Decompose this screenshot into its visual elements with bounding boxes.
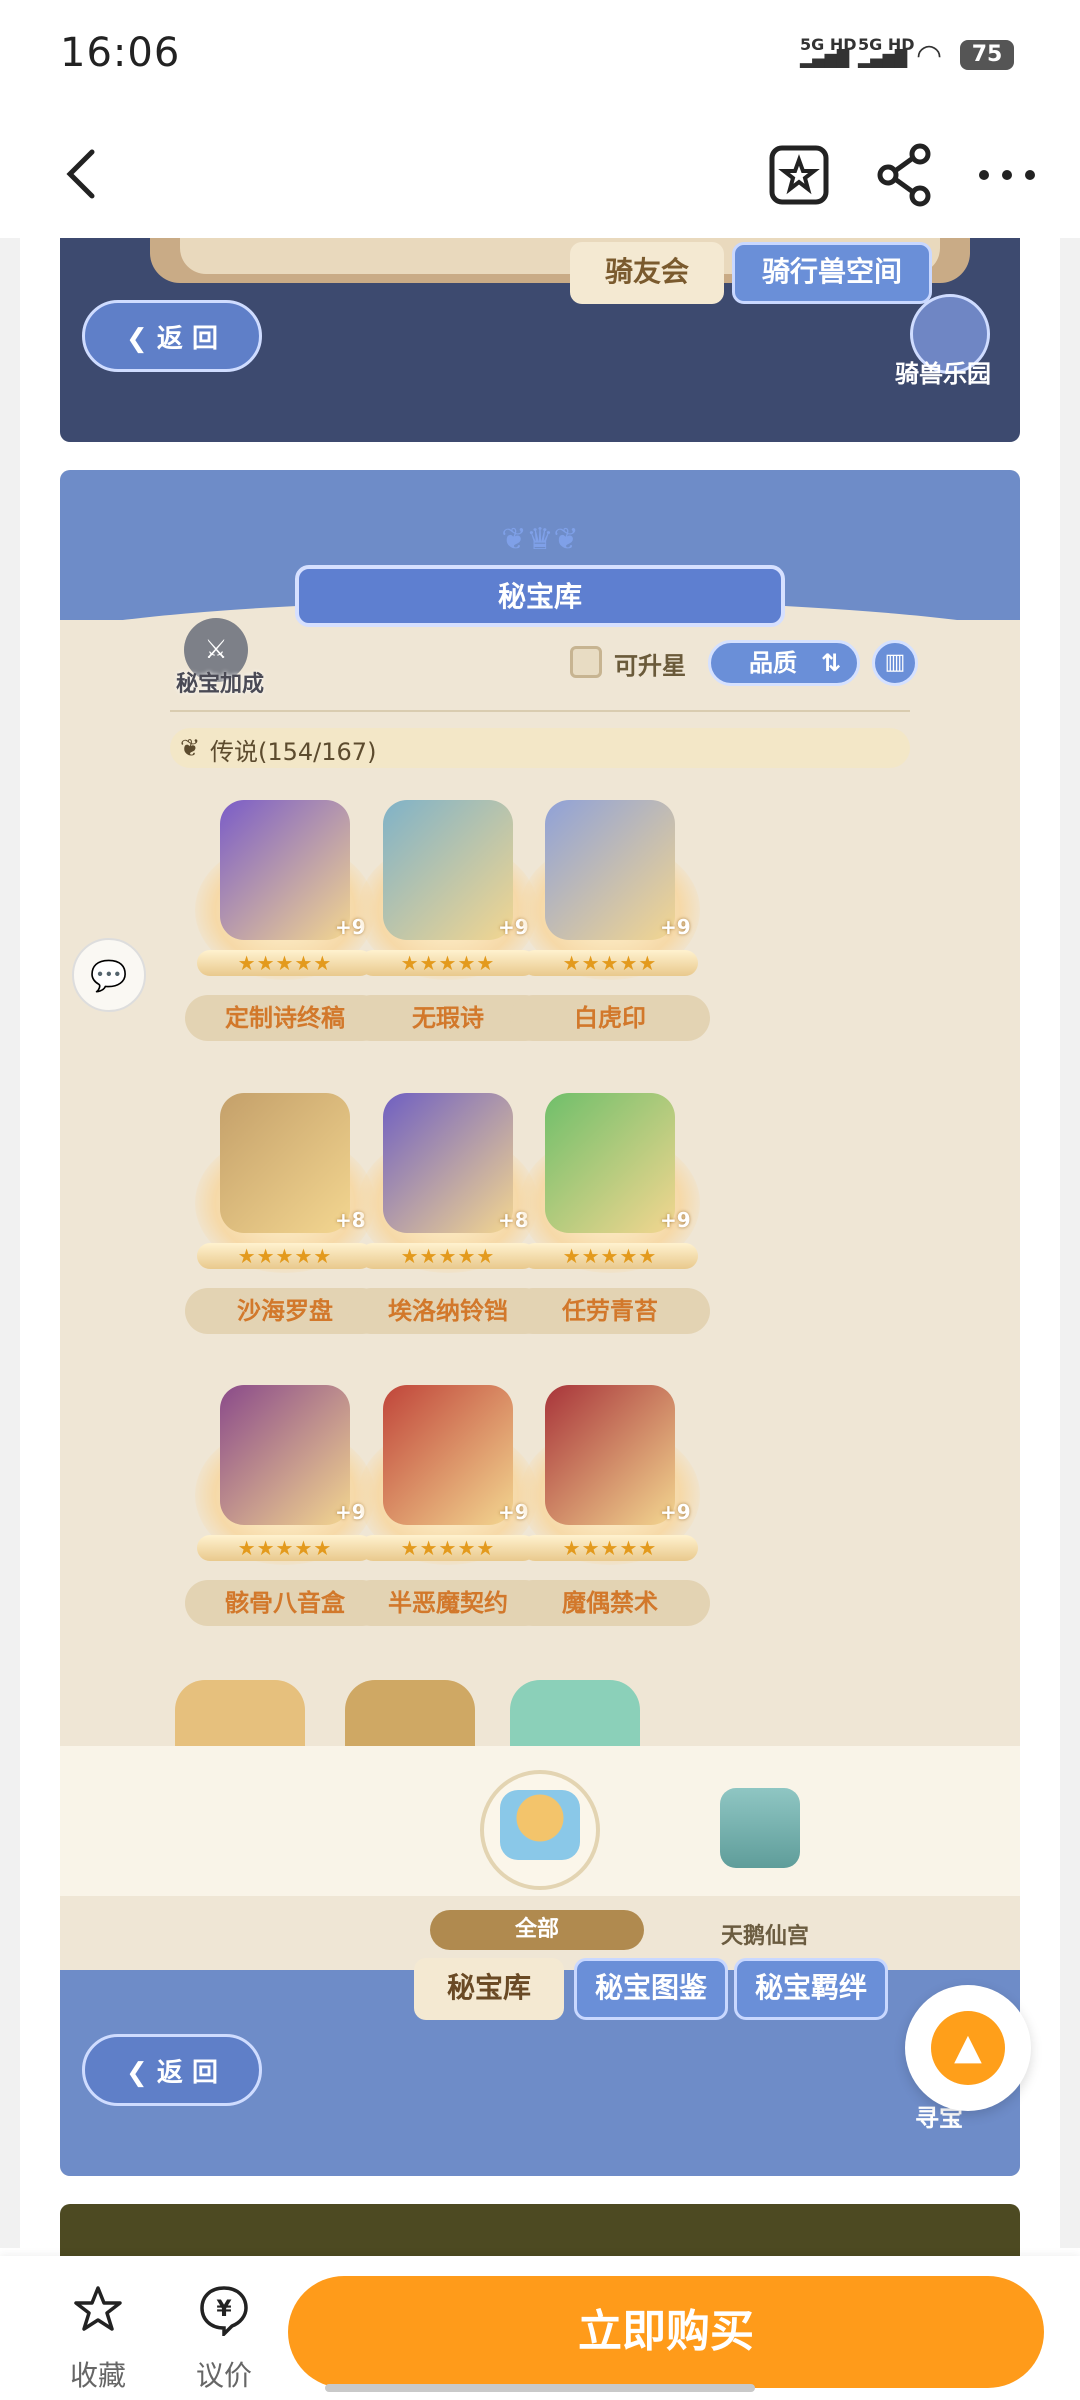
treasure-item[interactable]: +9 ★★★★★ 魔偶禁术 <box>510 1375 710 1655</box>
treasure-partial-art <box>175 1680 305 1746</box>
star-rating: ★★★★★ <box>522 950 698 976</box>
treasure-art-icon <box>220 800 350 940</box>
top-nav-bar <box>0 110 1080 239</box>
chevron-left-icon[interactable] <box>56 146 112 202</box>
treasure-art-icon <box>545 1385 675 1525</box>
filter-swan-palace-label[interactable]: 天鹅仙宫 <box>700 1918 830 1950</box>
star-rating: ★★★★★ <box>522 1243 698 1269</box>
star-icon[interactable] <box>72 2284 124 2336</box>
book-icon[interactable]: ▥ <box>872 640 918 686</box>
panel-title: 秘宝库 <box>295 565 785 627</box>
item-level: +9 <box>660 1500 691 1524</box>
treasure-partial-art <box>510 1680 640 1746</box>
island-house-icon <box>500 1790 580 1860</box>
treasure-art-icon <box>545 1093 675 1233</box>
next-card-preview <box>60 2204 1020 2264</box>
treasure-art-icon <box>220 1093 350 1233</box>
item-name: 任劳青苔 <box>510 1288 710 1334</box>
signal-indicator-2: 5G HD ▂▄▆█ <box>858 35 915 68</box>
item-name: 魔偶禁术 <box>510 1580 710 1626</box>
share-icon[interactable] <box>870 140 940 210</box>
more-icon[interactable] <box>972 140 1042 210</box>
treasure-item[interactable]: +9 ★★★★★ 任劳青苔 <box>510 1083 710 1363</box>
treasure-art-icon <box>383 800 513 940</box>
status-bar: 16:06 5G HD ▂▄▆█ 5G HD ▂▄▆█ ◠ 75 <box>0 0 1080 110</box>
swan-palace-icon[interactable] <box>720 1788 800 1868</box>
star-rating: ★★★★★ <box>197 950 373 976</box>
filter-all-button[interactable]: 全部 <box>430 1910 644 1950</box>
back-arrow-icon: ❮ <box>126 324 157 354</box>
divider <box>170 710 910 712</box>
item-name: 白虎印 <box>510 995 710 1041</box>
favorite-label[interactable]: 收藏 <box>48 2354 148 2394</box>
treasure-art-icon <box>383 1093 513 1233</box>
assistant-icon: ▲ <box>931 2011 1005 2085</box>
treasure-item[interactable]: +9 ★★★★★ 白虎印 <box>510 790 710 1070</box>
tab-treasure-bond[interactable]: 秘宝羁绊 <box>734 1958 888 2020</box>
treasure-panel: ❦♛❦ 秘宝库 ⚔ 秘宝加成 可升星 品质 ⇅ ▥ ❦ 传说(154/167) +… <box>60 470 1020 2176</box>
legend-icon: ❦ <box>180 734 201 762</box>
svg-text:¥: ¥ <box>216 2297 232 2322</box>
battery-indicator: 75 <box>960 40 1014 70</box>
status-time: 16:06 <box>60 30 181 76</box>
home-indicator <box>325 2384 755 2392</box>
top-game-banner: 骑友会 骑行兽空间 ❮ 返 回 骑兽乐园 <box>60 238 1020 442</box>
star-rating: ★★★★★ <box>197 1535 373 1561</box>
chat-bubble-icon[interactable]: 💬 <box>72 938 146 1012</box>
upgrade-label: 可升星 <box>614 652 686 680</box>
tab-treasure-atlas[interactable]: 秘宝图鉴 <box>574 1958 728 2020</box>
tab-mount-space[interactable]: 骑行兽空间 <box>732 242 932 304</box>
treasure-art-icon <box>220 1385 350 1525</box>
star-bookmark-icon[interactable] <box>764 140 834 210</box>
bargain-label[interactable]: 议价 <box>174 2354 274 2394</box>
treasure-partial-art <box>345 1680 475 1746</box>
wifi-icon: ◠ <box>916 38 943 73</box>
buy-now-button[interactable]: 立即购买 <box>288 2276 1044 2388</box>
yen-chat-icon[interactable]: ¥ <box>198 2284 250 2336</box>
sort-icon: ⇅ <box>821 649 842 677</box>
tab-rider-club[interactable]: 骑友会 <box>570 242 724 304</box>
floating-assistant-button[interactable]: ▲ <box>905 1985 1031 2111</box>
upgrade-checkbox[interactable] <box>570 646 602 678</box>
legend-category-label: 传说(154/167) <box>210 738 377 766</box>
item-level: +9 <box>660 1208 691 1232</box>
tab-treasure-vault[interactable]: 秘宝库 <box>414 1958 564 2020</box>
bottom-action-bar: 收藏 ¥ 议价 立即购买 <box>0 2256 1080 2400</box>
star-rating: ★★★★★ <box>197 1243 373 1269</box>
back-arrow-icon: ❮ <box>126 2058 157 2088</box>
signal-indicator-1: 5G HD ▂▄▆█ <box>800 35 857 68</box>
item-level: +9 <box>660 915 691 939</box>
star-rating: ★★★★★ <box>522 1535 698 1561</box>
panel-back-button[interactable]: ❮ 返 回 <box>82 2034 262 2106</box>
quality-sort-button[interactable]: 品质 ⇅ <box>708 640 860 686</box>
mount-park-label: 骑兽乐园 <box>895 360 991 388</box>
treasure-art-icon <box>545 800 675 940</box>
treasure-bonus-label: 秘宝加成 <box>175 672 264 697</box>
banner-back-button[interactable]: ❮ 返 回 <box>82 300 262 372</box>
crown-ornament-icon: ❦♛❦ <box>501 522 579 557</box>
treasure-art-icon <box>383 1385 513 1525</box>
